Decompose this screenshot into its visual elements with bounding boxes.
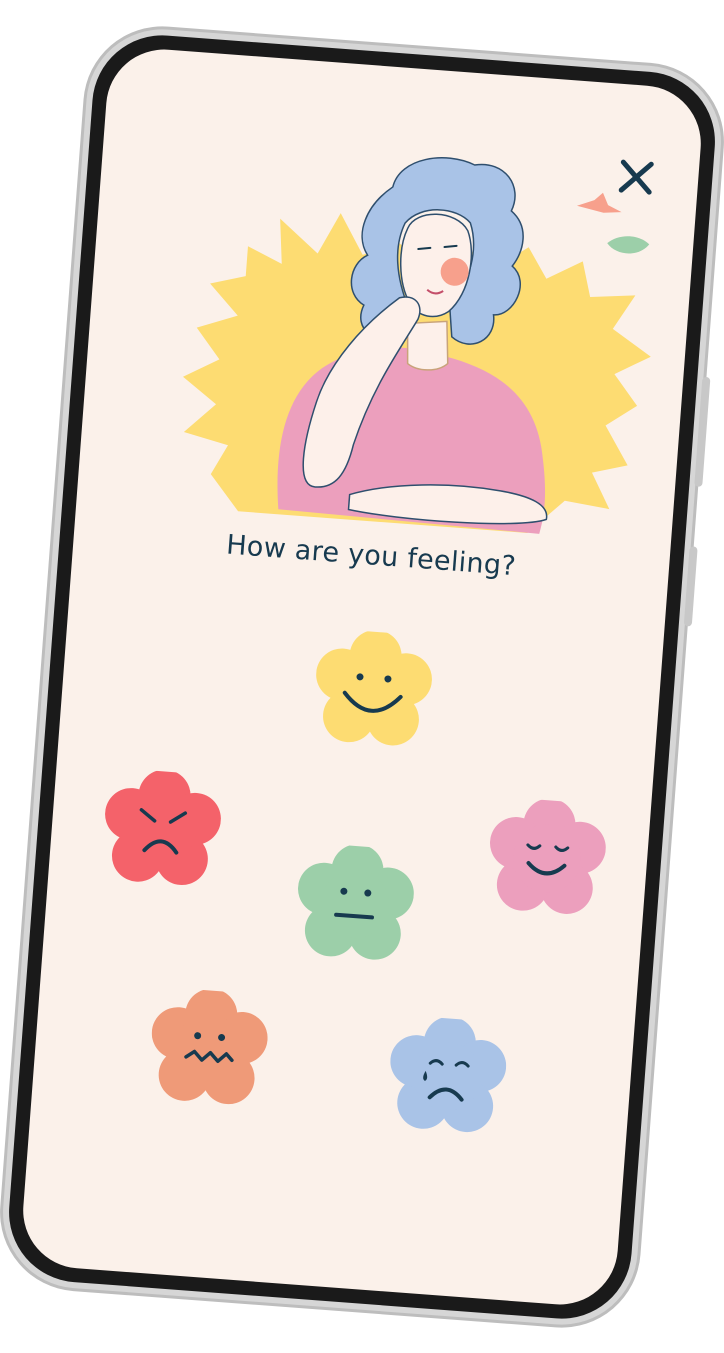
mood-angry-button[interactable] — [100, 767, 224, 891]
neutral-face-icon — [298, 844, 414, 960]
anxious-face-icon — [151, 988, 268, 1105]
angry-face-icon — [105, 769, 221, 886]
mood-sad-button[interactable] — [385, 1014, 509, 1138]
stage: How are you feeling? — [0, 0, 724, 1353]
happy-face-icon — [316, 629, 432, 746]
mood-neutral-button[interactable] — [293, 842, 417, 966]
side-button-volume — [694, 376, 711, 487]
side-button-power — [683, 546, 698, 627]
mood-happy-button[interactable] — [311, 628, 435, 752]
sad-tear-face-icon — [390, 1016, 507, 1133]
leaf-shape — [607, 236, 650, 254]
phone-mockup: How are you feeling? — [4, 30, 720, 1324]
woman-illustration — [183, 157, 651, 534]
mood-content-button[interactable] — [485, 796, 609, 920]
content-face-icon — [489, 798, 606, 914]
bird-shape — [576, 192, 622, 213]
app-screen: How are you feeling? — [19, 45, 705, 1309]
mood-anxious-button[interactable] — [147, 986, 271, 1110]
